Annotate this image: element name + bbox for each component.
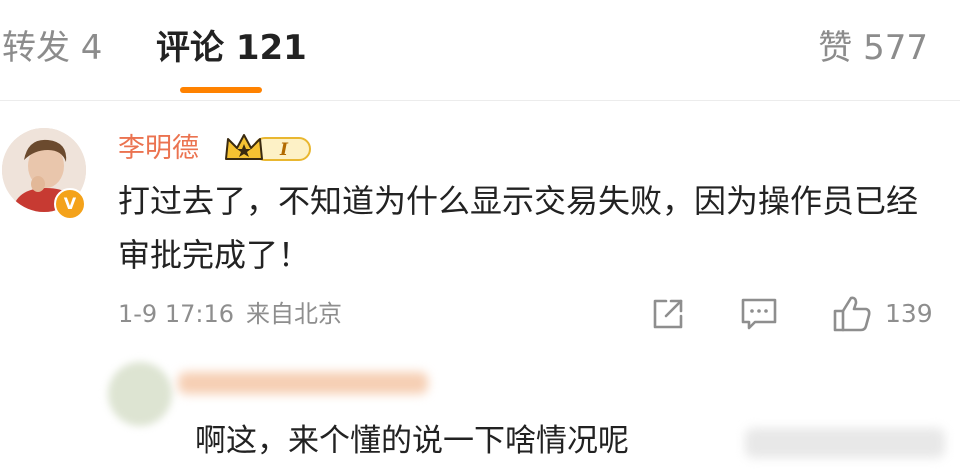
verified-icon: V: [54, 188, 86, 220]
comment-date: 1-9 17:16: [118, 300, 234, 328]
reply-icon[interactable]: [740, 296, 778, 336]
tab-bar: 转发 4 评论 121 赞 577: [0, 0, 960, 100]
comment-meta: 1-9 17:16 来自北京: [118, 297, 342, 331]
active-tab-indicator: [180, 87, 262, 93]
watermark-redacted: [745, 428, 945, 458]
tab-likes[interactable]: 赞 577: [818, 26, 928, 70]
avatar[interactable]: V: [2, 128, 90, 220]
like-count: 139: [885, 299, 933, 328]
reply-avatar[interactable]: [108, 362, 172, 426]
reply-username-redacted: [178, 372, 428, 394]
divider: [0, 100, 960, 101]
tab-comments[interactable]: 评论 121: [156, 26, 307, 70]
crown-icon: I: [224, 131, 314, 169]
member-level: I: [279, 140, 289, 160]
comment-location: 来自北京: [246, 300, 342, 328]
comment-text: 打过去了，不知道为什么显示交易失败，因为操作员已经审批完成了！: [118, 182, 919, 274]
share-icon[interactable]: [650, 296, 686, 336]
comment-username[interactable]: 李明德: [118, 132, 199, 166]
like-icon[interactable]: [832, 294, 872, 338]
reply-text: 啊这，来个懂的说一下啥情况呢: [195, 423, 629, 459]
tab-repost[interactable]: 转发 4: [2, 26, 102, 70]
